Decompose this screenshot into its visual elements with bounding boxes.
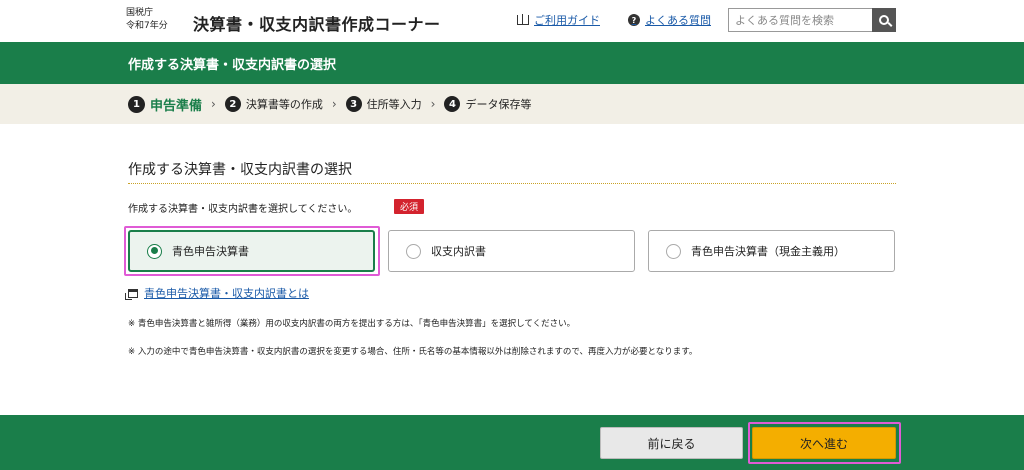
search-input[interactable] <box>728 8 872 32</box>
guide-link-label: ご利用ガイド <box>534 14 600 27</box>
new-window-icon <box>125 288 138 300</box>
agency-name: 国税庁 <box>126 8 154 18</box>
required-badge: 必須 <box>394 199 425 214</box>
option-income-statement[interactable]: 収支内訳書 <box>388 230 635 272</box>
radio-unselected[interactable] <box>666 243 681 259</box>
help-link[interactable]: 青色申告決算書・収支内訳書とは <box>125 285 309 301</box>
next-button[interactable]: 次へ進む <box>752 427 896 459</box>
help-link-label: 青色申告決算書・収支内訳書とは <box>144 287 309 300</box>
page-title-bar: 作成する決算書・収支内訳書の選択 <box>0 42 1024 84</box>
option-blue-return-cash-basis[interactable]: 青色申告決算書（現金主義用） <box>648 230 895 272</box>
guide-link[interactable]: ご利用ガイド <box>517 12 600 28</box>
search-button[interactable] <box>872 8 896 32</box>
step-3: 3 住所等入力 <box>345 96 422 112</box>
tax-year: 令和7年分 <box>126 21 168 31</box>
option-label: 青色申告決算書 <box>172 245 249 258</box>
option-label: 青色申告決算書（現金主義用） <box>691 245 845 258</box>
radio-selected[interactable] <box>147 243 162 259</box>
page-title: 作成する決算書・収支内訳書の選択 <box>128 58 337 73</box>
radio-unselected[interactable] <box>406 243 421 259</box>
site-title: 決算書・収支内訳書作成コーナー <box>193 15 441 34</box>
step-2: 2 決算書等の作成 <box>224 96 323 112</box>
chevron-right-icon: › <box>430 97 436 111</box>
section-title: 作成する決算書・収支内訳書の選択 <box>128 162 352 178</box>
site-header: 国税庁 令和7年分 決算書・収支内訳書作成コーナー ご利用ガイド ? よくある質… <box>0 0 1024 42</box>
progress-steps: 1 申告準備 › 2 決算書等の作成 › 3 住所等入力 › 4 データ保存等 <box>0 84 1024 124</box>
chevron-right-icon: › <box>331 97 337 111</box>
step-1: 1 申告準備 <box>128 95 202 114</box>
step-label: 申告準備 <box>150 98 203 114</box>
agency-info: 国税庁 令和7年分 <box>126 7 168 33</box>
book-icon <box>517 14 529 25</box>
option-blue-return[interactable]: 青色申告決算書 <box>128 230 375 272</box>
instruction-text: 作成する決算書・収支内訳書を選択してください。 <box>128 204 358 215</box>
note-1: ※ 青色申告決算書と雑所得（業務）用の収支内訳書の両方を提出する方は、「青色申告… <box>128 319 576 329</box>
section-divider <box>128 183 896 184</box>
step-label: データ保存等 <box>465 98 532 111</box>
search-icon <box>879 15 889 25</box>
step-number: 2 <box>224 96 241 112</box>
step-label: 住所等入力 <box>366 98 422 111</box>
step-label: 決算書等の作成 <box>245 98 323 111</box>
note-2: ※ 入力の途中で青色申告決算書・収支内訳書の選択を変更する場合、住所・氏名等の基… <box>128 347 698 357</box>
option-label: 収支内訳書 <box>431 245 486 258</box>
faq-link-label: よくある質問 <box>645 14 711 27</box>
question-icon: ? <box>628 14 640 26</box>
faq-link[interactable]: ? よくある質問 <box>628 12 711 28</box>
faq-search <box>728 8 896 32</box>
step-4: 4 データ保存等 <box>444 96 531 112</box>
step-number: 3 <box>345 96 362 112</box>
chevron-right-icon: › <box>211 97 216 111</box>
back-button[interactable]: 前に戻る <box>600 427 743 459</box>
step-number: 1 <box>128 95 145 113</box>
step-number: 4 <box>444 96 461 112</box>
